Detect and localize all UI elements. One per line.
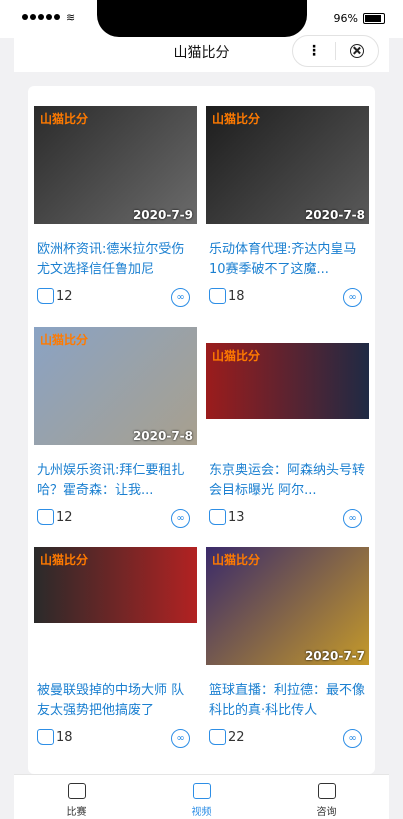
like-count[interactable]: 12: [37, 509, 73, 525]
navigation-bar: 山猫比分 ⋮: [14, 35, 389, 72]
tab-matches[interactable]: 比赛: [14, 775, 139, 819]
status-bar: ≋ 96%: [0, 0, 403, 38]
article-date: 2020-7-9: [132, 208, 193, 222]
like-number: 13: [228, 509, 245, 525]
like-number: 22: [228, 729, 245, 745]
article-date: 2020-7-7: [304, 649, 365, 663]
close-icon: [350, 44, 364, 58]
share-link-icon[interactable]: ∞: [171, 729, 190, 748]
share-link-icon[interactable]: ∞: [343, 729, 362, 748]
more-button[interactable]: ⋮: [293, 43, 335, 59]
article-title: 东京奥运会：阿森纳头号转会目标曝光 阿尔...: [209, 463, 365, 498]
article-thumbnail: 山猫比分 2020-7-7: [206, 547, 369, 665]
signal-icon: [22, 14, 60, 20]
thumbs-up-icon: [37, 288, 54, 304]
article-card[interactable]: 山猫比分 2020-7-9 欧洲杯资讯:德米拉尔受伤尤文选择信任鲁加尼 12 ∞: [28, 86, 197, 307]
close-button[interactable]: [336, 44, 378, 58]
notch: [97, 0, 307, 37]
wifi-icon: ≋: [66, 11, 76, 24]
share-link-icon[interactable]: ∞: [171, 288, 190, 307]
article-title: 被曼联毁掉的中场大师 队友太强势把他搞废了: [37, 683, 185, 718]
like-count[interactable]: 18: [209, 288, 245, 304]
share-link-icon[interactable]: ∞: [343, 509, 362, 528]
article-thumbnail: 山猫比分: [206, 343, 369, 419]
article-card[interactable]: 山猫比分 被曼联毁掉的中场大师 队友太强势把他搞废了 18 ∞: [28, 527, 197, 748]
article-card[interactable]: 山猫比分 2020-7-8 九州娱乐资讯:拜仁要租扎哈？霍奇森：让我... 12…: [28, 307, 197, 528]
like-number: 12: [56, 509, 73, 525]
thumbs-up-icon: [209, 729, 226, 745]
share-link-icon[interactable]: ∞: [171, 509, 190, 528]
like-count[interactable]: 22: [209, 729, 245, 745]
article-title: 篮球直播：利拉德：最不像科比的真·科比传人: [209, 683, 365, 718]
article-title: 欧洲杯资讯:德米拉尔受伤尤文选择信任鲁加尼: [37, 242, 185, 277]
brand-logo: 山猫比分: [212, 553, 261, 567]
article-card[interactable]: 山猫比分 东京奥运会：阿森纳头号转会目标曝光 阿尔... 13 ∞: [200, 307, 369, 528]
thumbs-up-icon: [37, 729, 54, 745]
share-link-icon[interactable]: ∞: [343, 288, 362, 307]
article-grid: 山猫比分 2020-7-9 欧洲杯资讯:德米拉尔受伤尤文选择信任鲁加尼 12 ∞…: [28, 86, 375, 774]
article-card[interactable]: 山猫比分 2020-7-7 篮球直播：利拉德：最不像科比的真·科比传人 22 ∞: [200, 527, 369, 748]
article-thumbnail: 山猫比分 2020-7-9: [34, 106, 197, 224]
tab-label: 比赛: [66, 807, 87, 818]
mini-program-capsule: ⋮: [292, 35, 379, 67]
article-title: 乐动体育代理:齐达内皇马10赛季破不了这魔...: [209, 242, 357, 277]
trophy-icon: [67, 783, 86, 799]
battery-icon: [363, 13, 385, 24]
tab-videos[interactable]: 视频: [139, 775, 264, 819]
like-number: 12: [56, 288, 73, 304]
phone-screen: ≋ 96% 山猫比分 ⋮ 山猫比分 2020-7-9 欧洲杯资讯:德米拉尔受伤尤…: [0, 0, 403, 819]
brand-logo: 山猫比分: [40, 112, 89, 126]
brand-logo: 山猫比分: [212, 112, 261, 126]
article-date: 2020-7-8: [132, 429, 193, 443]
like-number: 18: [228, 288, 245, 304]
tab-news[interactable]: 咨询: [264, 775, 389, 819]
article-thumbnail: 山猫比分 2020-7-8: [206, 106, 369, 224]
brand-logo: 山猫比分: [212, 349, 261, 363]
thumbs-up-icon: [209, 509, 226, 525]
article-title: 九州娱乐资讯:拜仁要租扎哈？霍奇森：让我...: [37, 463, 185, 498]
brand-logo: 山猫比分: [40, 553, 89, 567]
tab-label: 视频: [191, 807, 212, 818]
battery-percentage: 96%: [333, 12, 358, 25]
thumbs-up-icon: [37, 509, 54, 525]
thumbs-up-icon: [209, 288, 226, 304]
article-card[interactable]: 山猫比分 2020-7-8 乐动体育代理:齐达内皇马10赛季破不了这魔... 1…: [200, 86, 369, 307]
bottom-tab-bar: 比赛 视频 咨询: [14, 774, 389, 819]
like-number: 18: [56, 729, 73, 745]
article-thumbnail: 山猫比分: [34, 547, 197, 623]
film-icon: [192, 783, 211, 799]
article-thumbnail: 山猫比分 2020-7-8: [34, 327, 197, 445]
like-count[interactable]: 18: [37, 729, 73, 745]
tab-label: 咨询: [316, 807, 337, 818]
article-date: 2020-7-8: [304, 208, 365, 222]
like-count[interactable]: 13: [209, 509, 245, 525]
like-count[interactable]: 12: [37, 288, 73, 304]
content-area: 山猫比分 2020-7-9 欧洲杯资讯:德米拉尔受伤尤文选择信任鲁加尼 12 ∞…: [14, 72, 389, 774]
chat-icon: [317, 783, 336, 799]
brand-logo: 山猫比分: [40, 333, 89, 347]
